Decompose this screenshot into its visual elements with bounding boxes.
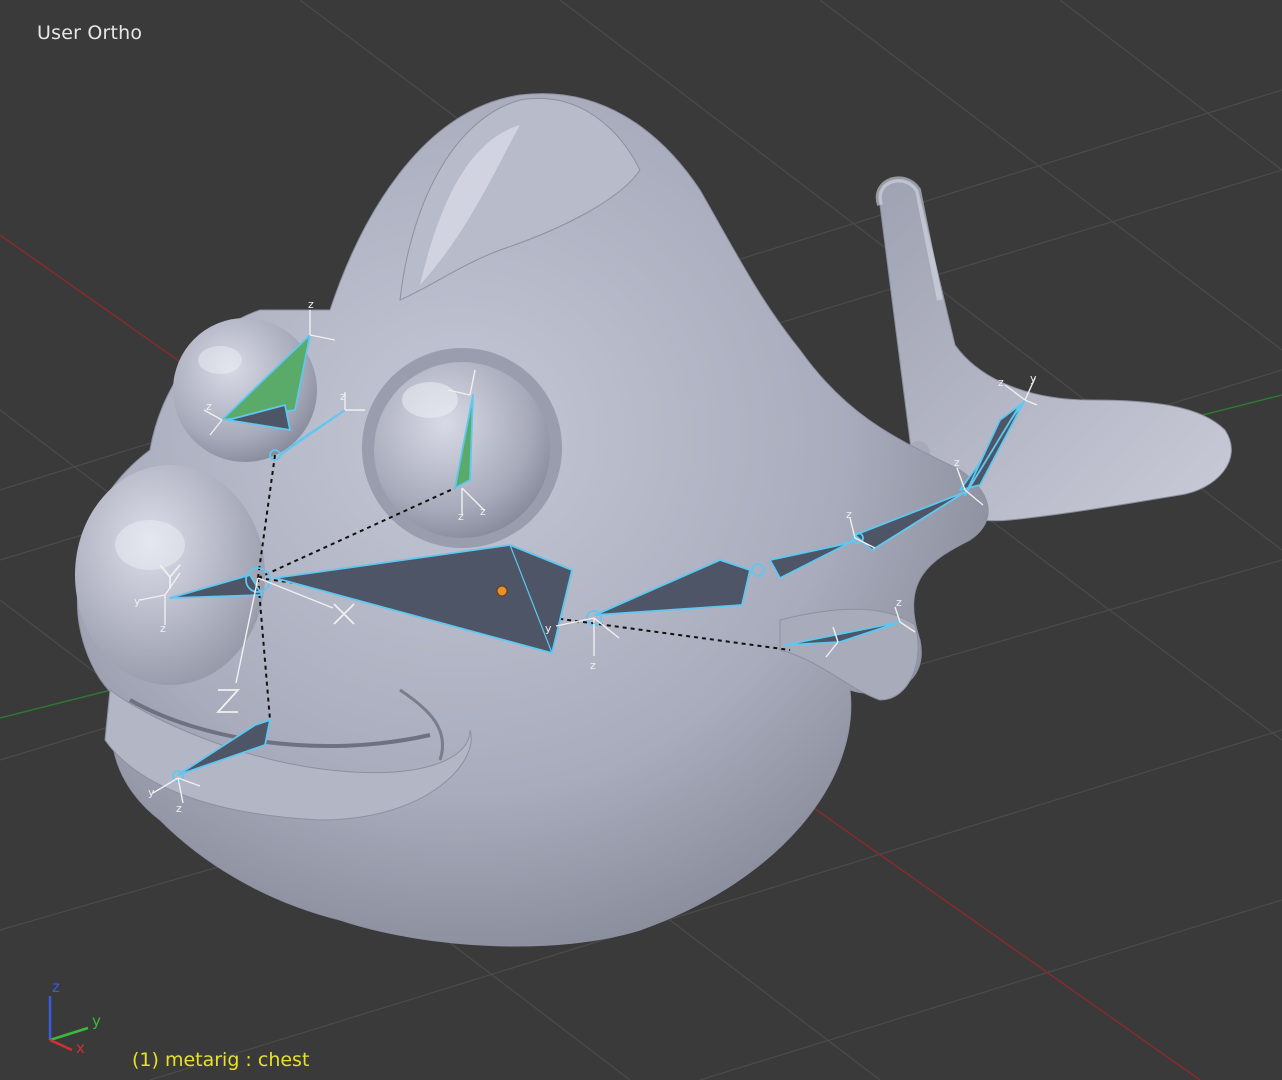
gizmo-x-axis: [49, 1038, 73, 1052]
nose: [75, 465, 265, 685]
svg-text:z: z: [896, 596, 902, 609]
gizmo-y-label: y: [92, 1012, 101, 1030]
svg-text:y: y: [1030, 372, 1037, 385]
svg-text:y: y: [545, 622, 552, 635]
fish-mesh[interactable]: [75, 93, 1232, 947]
svg-text:z: z: [160, 622, 166, 635]
svg-text:z: z: [206, 400, 212, 413]
viewport-canvas[interactable]: z y z y z z z y y z z z z z z z z y x: [0, 0, 1282, 1080]
svg-text:y: y: [134, 595, 141, 608]
svg-text:z: z: [480, 505, 486, 518]
svg-text:z: z: [340, 390, 346, 403]
svg-text:z: z: [308, 298, 314, 311]
bone-chest-origin-dot: [496, 585, 508, 597]
svg-text:z: z: [846, 508, 852, 521]
svg-text:z: z: [458, 510, 464, 523]
svg-text:z: z: [954, 456, 960, 469]
view-mode-label: User Ortho: [37, 22, 143, 44]
svg-text:y: y: [148, 786, 155, 799]
gizmo-x-label: x: [76, 1039, 85, 1057]
svg-text:z: z: [998, 376, 1004, 389]
active-object-status: (1) metarig : chest: [132, 1049, 310, 1071]
3d-viewport[interactable]: z y z y z z z y y z z z z z z z z y x User Ortho…: [0, 0, 1282, 1080]
svg-text:z: z: [176, 802, 182, 815]
gizmo-z-label: z: [52, 978, 60, 996]
svg-text:z: z: [590, 659, 596, 672]
